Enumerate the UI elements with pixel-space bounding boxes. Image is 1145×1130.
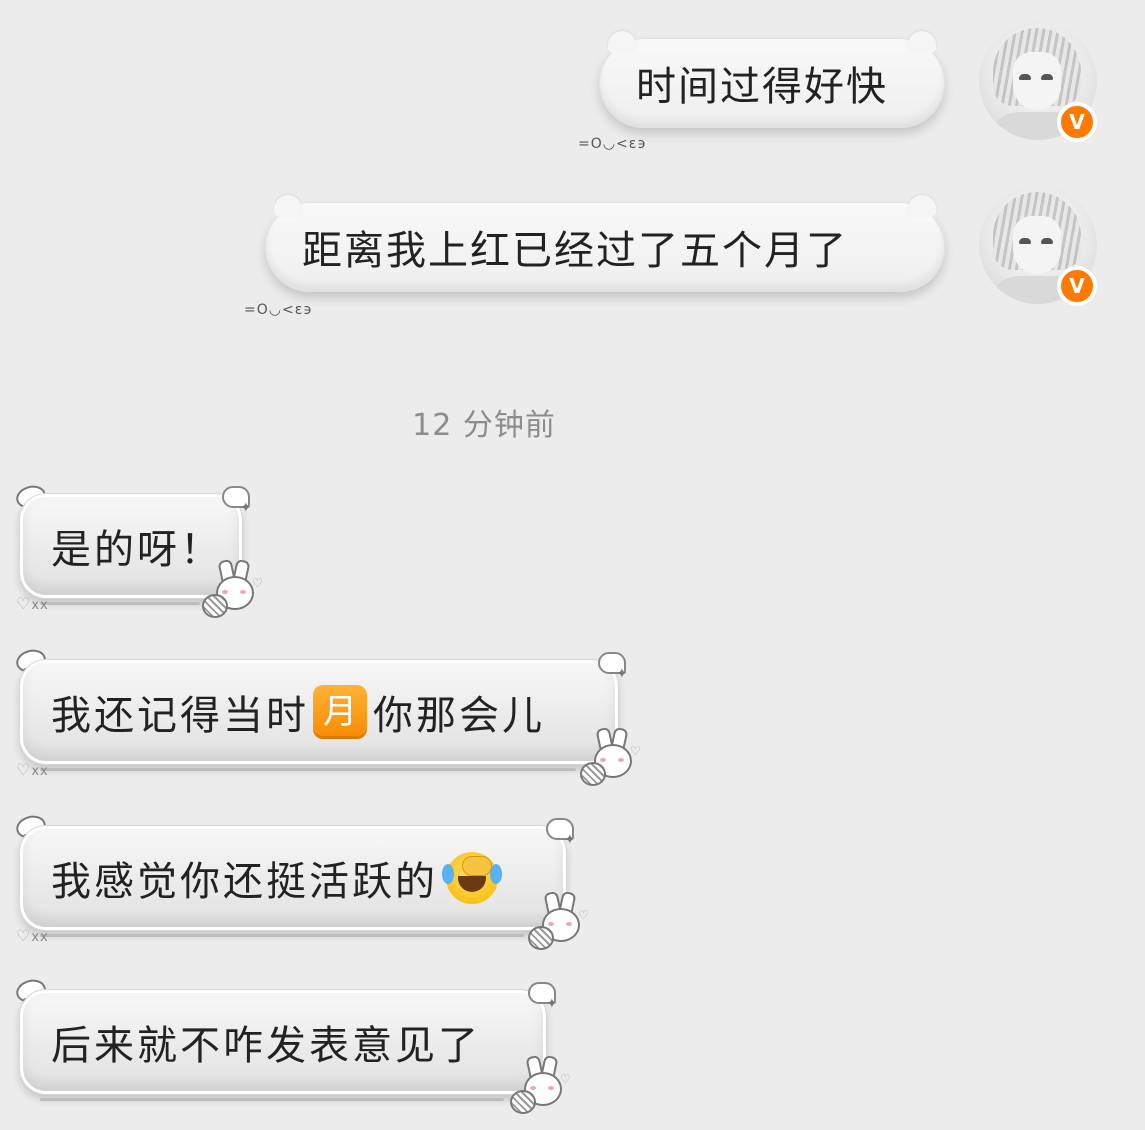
sent-bubble[interactable]: 时间过得好快	[599, 31, 945, 128]
bubble-underline	[40, 934, 524, 937]
received-bubble[interactable]: 后来就不咋发表意见了	[19, 989, 547, 1095]
sent-message-text: 距离我上红已经过了五个月了	[302, 228, 848, 274]
message-timestamp: 12 分钟前	[412, 408, 556, 443]
moon-emoji-icon: 月	[313, 685, 367, 739]
bubble-underline	[40, 602, 200, 605]
sparkle-icon: ✦	[546, 996, 558, 1012]
verified-badge-icon: V	[1057, 102, 1097, 142]
bunny-sticker-icon: ♡	[510, 1054, 571, 1114]
sent-bubble[interactable]: 距离我上红已经过了五个月了	[265, 195, 945, 292]
bubble-ear-decoration	[608, 31, 636, 53]
sparkle-icon: ✦	[240, 500, 252, 516]
received-message-text: 我感觉你还挺活跃的	[51, 859, 438, 905]
bubble-ear-decoration	[908, 195, 936, 217]
kaomoji-decoration: =O◡<ε϶	[578, 136, 647, 152]
bubble-ear-decoration	[274, 195, 302, 217]
heart-icon: ♡xx	[16, 594, 49, 613]
bubble-underline	[40, 1098, 504, 1101]
received-message-text: 是的呀！	[51, 527, 223, 573]
laughing-crying-emoji-icon	[442, 852, 502, 904]
kaomoji-decoration: =O◡<ε϶	[244, 302, 313, 318]
sparkle-icon: ✦	[564, 832, 576, 848]
sent-message-text: 时间过得好快	[636, 64, 888, 110]
heart-icon: ♡xx	[16, 926, 49, 945]
sparkle-icon: ✦	[616, 666, 628, 682]
bunny-sticker-icon: ♡	[528, 890, 589, 950]
received-message-text: 后来就不咋发表意见了	[51, 1023, 481, 1069]
bunny-sticker-icon: ♡	[202, 558, 263, 618]
bunny-sticker-icon: ♡	[580, 726, 641, 786]
received-bubble[interactable]: 我感觉你还挺活跃的	[19, 825, 567, 931]
received-message-text: 你那会儿	[373, 693, 545, 739]
verified-badge-icon: V	[1057, 266, 1097, 306]
bubble-ear-decoration	[908, 31, 936, 53]
bubble-underline	[40, 768, 576, 771]
heart-icon: ♡xx	[16, 760, 49, 779]
received-bubble[interactable]: 我还记得当时 月 你那会儿	[19, 659, 619, 765]
received-message-text: 我还记得当时	[51, 693, 309, 739]
